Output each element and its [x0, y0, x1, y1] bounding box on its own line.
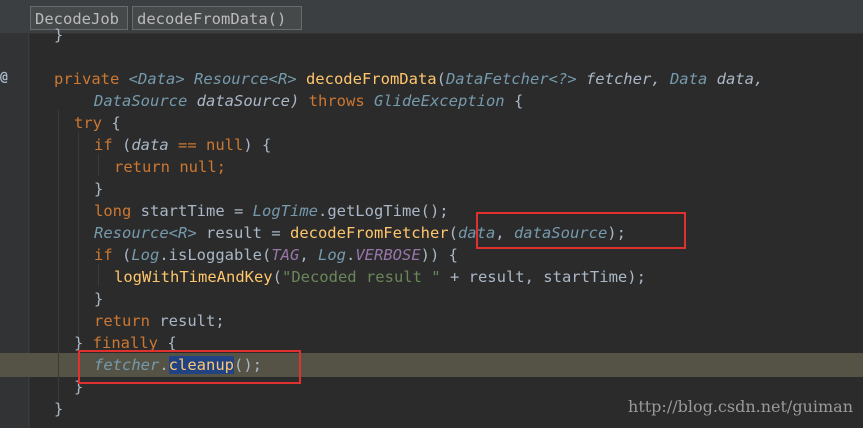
- code-line: if (data == null) {: [94, 136, 272, 154]
- code-line: if (Log.isLoggable(TAG, Log.VERBOSE)) {: [94, 246, 458, 264]
- indent-guide: [58, 110, 59, 410]
- code-line: return null;: [114, 158, 226, 176]
- breadcrumb-class[interactable]: DecodeJob: [30, 6, 128, 30]
- code-line: }: [54, 26, 64, 44]
- annotation-box-cleanup: [78, 350, 301, 384]
- watermark: http://blog.csdn.net/guiman: [628, 397, 853, 416]
- annotation-box-args: [476, 212, 686, 249]
- code-line: try {: [74, 114, 121, 132]
- breadcrumb: DecodeJob decodeFromData(): [0, 0, 863, 34]
- code-line: private <Data> Resource<R> decodeFromDat…: [54, 70, 764, 88]
- annotation-gutter-icon[interactable]: @: [0, 70, 12, 88]
- indent-guide: [78, 132, 79, 362]
- code-line: return result;: [94, 312, 225, 330]
- code-line: }: [54, 400, 64, 418]
- code-line: long startTime = LogTime.getLogTime();: [94, 202, 449, 220]
- code-line: }: [94, 180, 104, 198]
- code-line: }: [94, 290, 104, 308]
- code-line: DataSource dataSource) throws GlideExcep…: [94, 92, 524, 110]
- indent-guide: [98, 154, 99, 176]
- breadcrumb-method[interactable]: decodeFromData(): [132, 6, 302, 30]
- indent-guide: [98, 264, 99, 286]
- method-name: decodeFromData: [305, 70, 437, 88]
- code-line: logWithTimeAndKey("Decoded result " + re…: [114, 268, 646, 286]
